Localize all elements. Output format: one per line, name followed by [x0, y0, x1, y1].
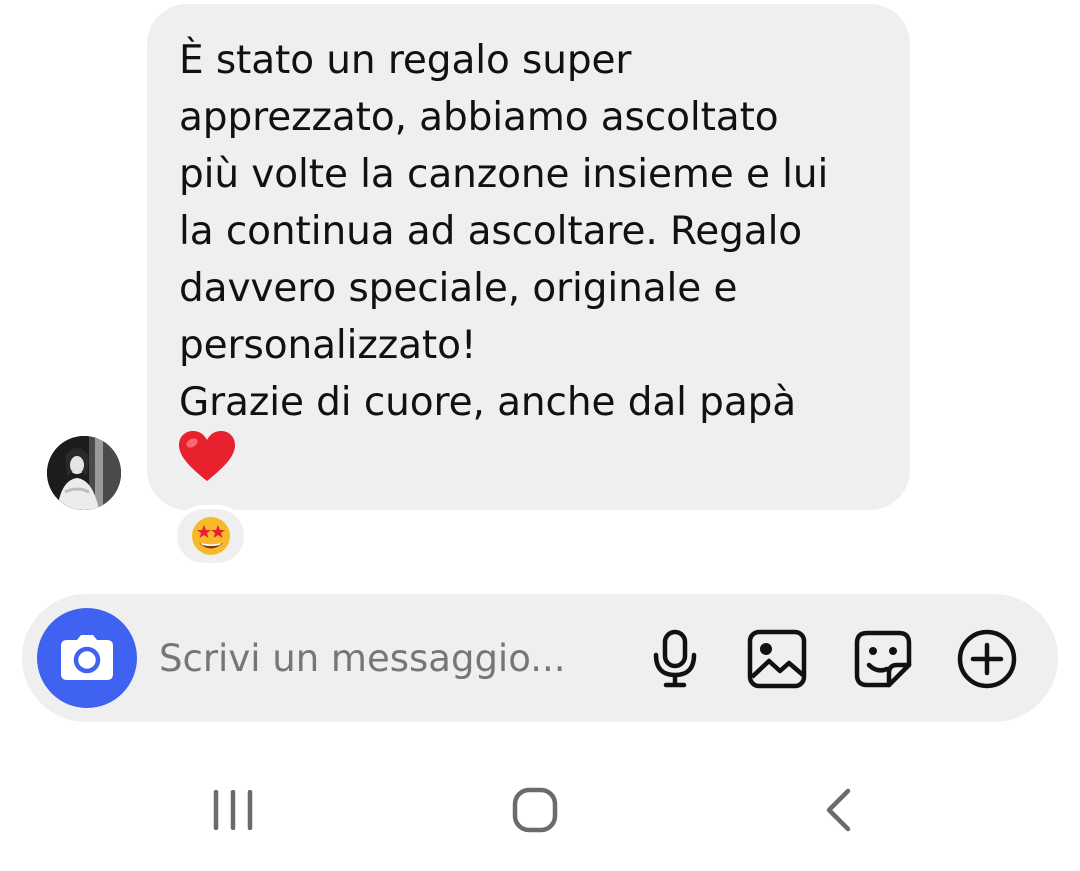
message-line: la continua ad ascoltare. Regalo	[179, 209, 803, 254]
message-input[interactable]	[159, 628, 599, 688]
microphone-icon	[653, 629, 697, 688]
recent-apps-icon	[213, 790, 253, 830]
camera-button[interactable]	[37, 608, 137, 708]
microphone-button[interactable]	[644, 628, 706, 690]
sticker-icon	[854, 630, 912, 688]
message-reaction[interactable]	[173, 505, 248, 567]
message-text: È stato un regalo super apprezzato, abbi…	[179, 32, 880, 431]
message-composer	[22, 594, 1058, 722]
message-line: personalizzato!	[179, 323, 477, 368]
back-icon	[826, 788, 851, 832]
home-icon	[512, 787, 558, 833]
star-struck-emoji-icon	[191, 517, 230, 555]
back-button[interactable]	[798, 780, 878, 840]
sticker-button[interactable]	[852, 628, 914, 690]
incoming-message-row: È stato un regalo super apprezzato, abbi…	[0, 0, 1080, 580]
red-heart-emoji-icon	[179, 431, 235, 481]
system-navigation-bar	[0, 740, 1080, 871]
message-line: È stato un regalo super	[179, 38, 632, 83]
camera-icon	[61, 635, 113, 680]
message-line: più volte la canzone insieme e lui	[179, 152, 829, 197]
gallery-button[interactable]	[746, 628, 808, 690]
message-line: davvero speciale, originale e	[179, 266, 738, 311]
message-line: Grazie di cuore, anche dal papà	[179, 380, 797, 425]
message-bubble[interactable]: È stato un regalo super apprezzato, abbi…	[147, 4, 910, 510]
sender-avatar[interactable]	[47, 436, 121, 510]
more-button[interactable]	[956, 628, 1018, 690]
recent-apps-button[interactable]	[193, 780, 273, 840]
image-icon	[747, 629, 807, 689]
dm-conversation-screen: È stato un regalo super apprezzato, abbi…	[0, 0, 1080, 871]
plus-circle-icon	[957, 629, 1017, 689]
message-line: apprezzato, abbiamo ascoltato	[179, 95, 779, 140]
home-button[interactable]	[495, 780, 575, 840]
